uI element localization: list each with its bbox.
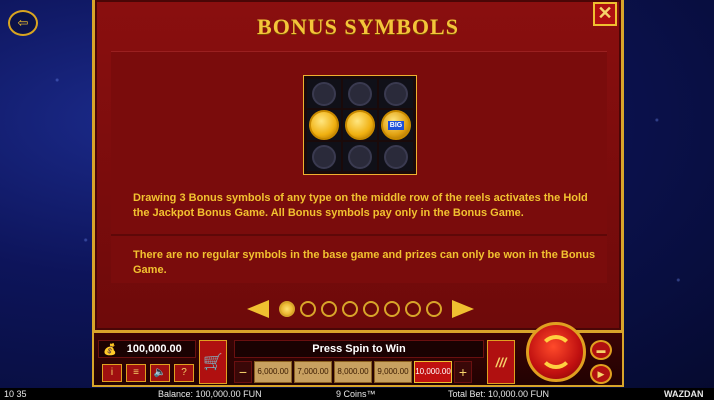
bet-option-selected[interactable]: 10,000.00	[414, 361, 452, 383]
status-bar: 10 35 Balance: 100,000.00 FUN 9 Coins™ T…	[0, 388, 714, 400]
balance-display: 💰 100,000.00	[98, 340, 196, 358]
jackpot-bonus-coin-icon: BIG	[381, 110, 411, 140]
base-game-description: There are no regular symbols in the base…	[133, 249, 596, 276]
reel-cell	[307, 142, 341, 171]
turbo-icon: ///	[495, 354, 507, 370]
panel-title: BONUS SYMBOLS	[257, 14, 459, 39]
bet-option[interactable]: 7,000.00	[294, 361, 332, 383]
stop-icon[interactable]: ▬	[590, 340, 612, 360]
menu-icon[interactable]: ≡	[126, 364, 146, 382]
bet-option[interactable]: 9,000.00	[374, 361, 412, 383]
page-dot[interactable]	[321, 301, 337, 317]
reel-illustration: BIG	[303, 75, 417, 175]
dim-coin-icon	[312, 144, 336, 169]
reel-cell	[343, 142, 377, 171]
jackpot-coin-label: BIG	[387, 120, 405, 130]
status-total-bet: Total Bet: 10,000.00 FUN	[448, 389, 550, 399]
money-bag-icon: 💰	[103, 343, 117, 356]
dim-coin-icon	[312, 81, 336, 106]
next-page-arrow-icon[interactable]	[452, 300, 474, 318]
reel-cell	[379, 79, 413, 108]
clock: 10 35	[4, 389, 27, 399]
dim-coin-icon	[384, 144, 408, 169]
autoplay-icon[interactable]: ▶	[590, 364, 612, 384]
page-dot[interactable]	[342, 301, 358, 317]
bet-decrease-button[interactable]: −	[234, 361, 252, 383]
page-dot[interactable]	[384, 301, 400, 317]
help-icon[interactable]: ?	[174, 364, 194, 382]
page-dot[interactable]	[426, 301, 442, 317]
page-dot[interactable]	[300, 301, 316, 317]
divider	[111, 234, 607, 236]
bonus-description: Drawing 3 Bonus symbols of any type on t…	[133, 192, 588, 219]
bet-selector: − 6,000.00 7,000.00 8,000.00 9,000.00 10…	[234, 361, 472, 383]
cart-icon: 🛒	[203, 354, 223, 371]
bet-increase-button[interactable]: +	[454, 361, 472, 383]
exit-icon[interactable]: ⇦	[8, 10, 38, 36]
paytable-panel: BONUS SYMBOLS ✕ Drawing 3 Bonus symbols …	[92, 0, 624, 333]
bet-option[interactable]: 8,000.00	[334, 361, 372, 383]
page-dot[interactable]	[405, 301, 421, 317]
reel-cell	[379, 142, 413, 171]
status-balance: Balance: 100,000.00 FUN	[158, 389, 262, 399]
message-display: Press Spin to Win	[234, 340, 484, 358]
gold-bonus-coin-icon	[309, 110, 339, 140]
page-dot[interactable]	[363, 301, 379, 317]
dim-coin-icon	[348, 81, 372, 106]
close-button[interactable]: ✕	[593, 2, 617, 26]
bet-option[interactable]: 6,000.00	[254, 361, 292, 383]
sound-icon[interactable]: 🔈	[150, 364, 170, 382]
reel-cell	[307, 110, 341, 140]
prev-page-arrow-icon[interactable]	[247, 300, 269, 318]
reel-cell	[343, 79, 377, 108]
reel-cell	[307, 79, 341, 108]
brand-logo: WAZDAN	[664, 389, 704, 399]
info-icon[interactable]: i	[102, 364, 122, 382]
gold-bonus-coin-icon	[345, 110, 375, 140]
coins-label: 9 Coins™	[336, 389, 376, 399]
dim-coin-icon	[348, 144, 372, 169]
spin-button[interactable]	[526, 322, 586, 382]
reel-cell: BIG	[379, 110, 413, 140]
dim-coin-icon	[384, 81, 408, 106]
turbo-button[interactable]: ///	[487, 340, 515, 384]
buy-feature-button[interactable]: 🛒	[199, 340, 227, 384]
page-dot[interactable]	[279, 301, 295, 317]
balance-value: 100,000.00	[126, 343, 182, 355]
reel-cell	[343, 110, 377, 140]
spin-arrows-icon	[539, 335, 573, 369]
page-navigator	[247, 300, 474, 318]
